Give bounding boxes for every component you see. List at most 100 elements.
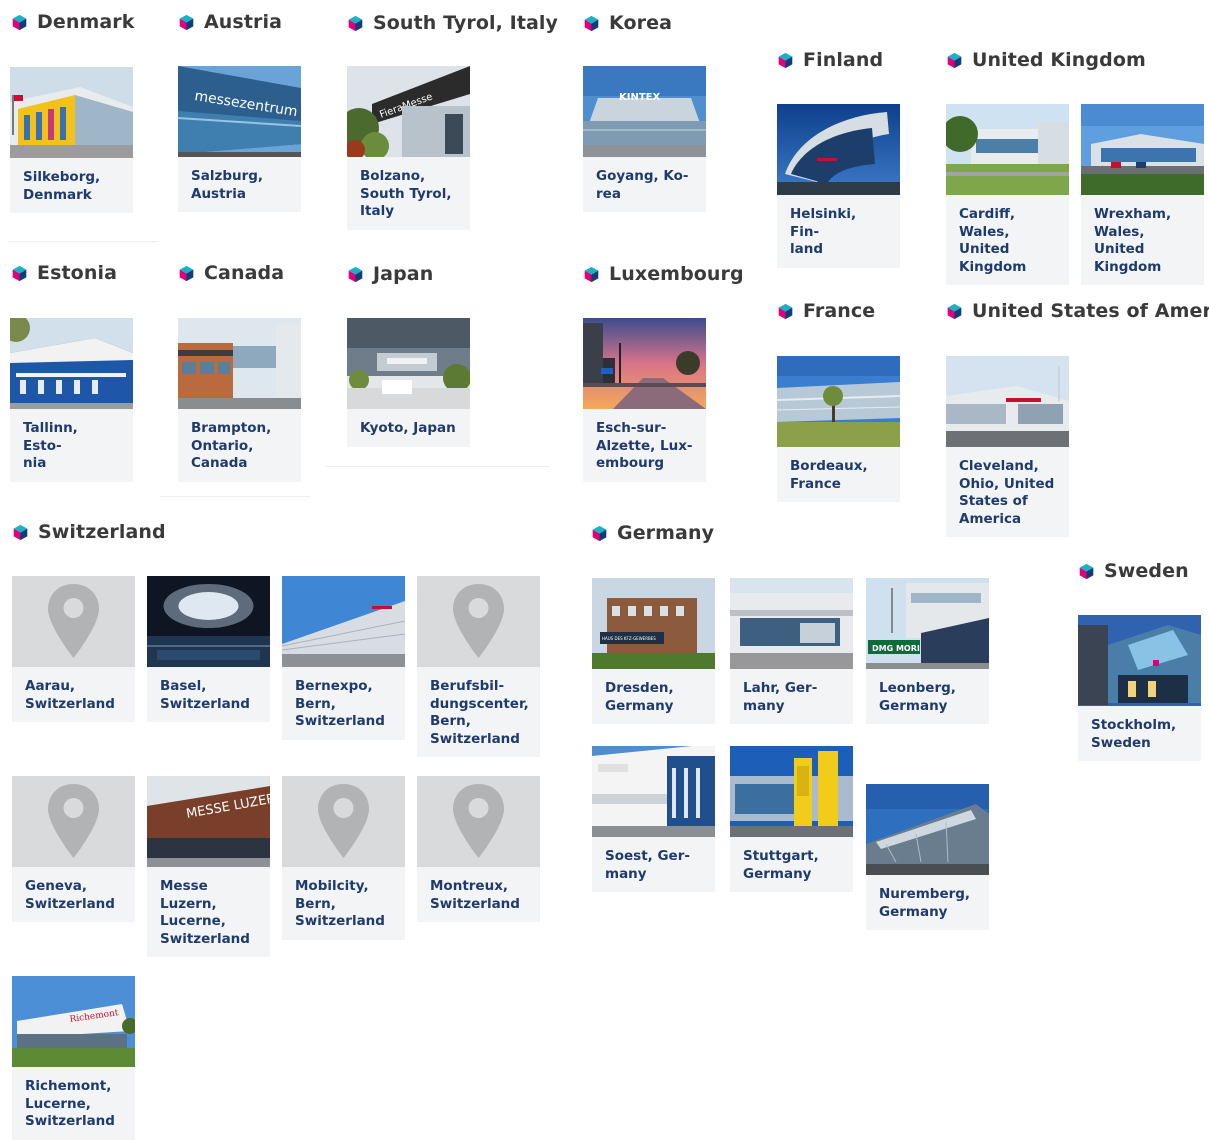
location-card-stuttgart[interactable]: Stuttgart, Germany	[730, 746, 853, 892]
location-label: Kyoto, Japan	[360, 420, 456, 436]
venue-photo	[777, 356, 900, 447]
location-card-geneva[interactable]: Geneva, Switzerland	[12, 776, 135, 922]
region-title: France	[803, 300, 876, 322]
venue-photo	[10, 318, 133, 409]
venue-photo	[583, 318, 706, 409]
venue-photo	[592, 746, 715, 837]
location-card-bernexpo[interactable]: Bernexpo, Bern, Switzerland	[282, 576, 405, 740]
region-title: United States of America	[972, 300, 1209, 322]
map-pin-icon	[453, 784, 504, 858]
location-card-mobilcity[interactable]: Mobilcity, Bern, Switzerland	[282, 776, 405, 940]
location-card-kyoto[interactable]: Kyoto, Japan	[347, 318, 470, 447]
map-pin-icon	[48, 584, 99, 658]
location-card-brampton[interactable]: Brampton, Ontario, Canada	[178, 318, 301, 482]
location-card-nuremberg[interactable]: Nuremberg, Germany	[866, 784, 989, 930]
venue-photo	[282, 576, 405, 667]
venue-sign-text: KINTEX	[619, 92, 660, 103]
location-pin-placeholder	[417, 576, 540, 667]
location-card-bolzano[interactable]: FieraMesse Bolzano, South Tyrol, Italy	[347, 66, 470, 230]
venue-photo: KINTEX	[583, 66, 706, 157]
cube-icon	[348, 266, 363, 282]
region-heading-denmark: Denmark	[11, 11, 135, 33]
location-card-helsinki[interactable]: Helsinki, Fin- land	[777, 104, 900, 268]
location-card-richemont[interactable]: Richemont Richemont, Lucerne, Switzerlan…	[12, 976, 135, 1140]
location-card-montreux[interactable]: Montreux, Switzerland	[417, 776, 540, 922]
location-label: Dresden, Germany	[605, 680, 674, 714]
region-title: Estonia	[37, 262, 117, 284]
venue-photo	[777, 104, 900, 195]
location-card-cardiff[interactable]: Cardiff, Wales, United Kingdom	[946, 104, 1069, 285]
location-pin-placeholder	[417, 776, 540, 867]
venue-photo	[1078, 615, 1201, 706]
location-label: Soest, Ger- many	[605, 848, 690, 882]
location-card-goyang[interactable]: KINTEX Goyang, Ko- rea	[583, 66, 706, 212]
location-label: Nuremberg, Germany	[879, 886, 971, 920]
location-label: Bolzano, South Tyrol, Italy	[360, 168, 452, 219]
region-title: Germany	[617, 522, 715, 544]
location-label: Cardiff, Wales, United Kingdom	[959, 206, 1027, 275]
region-heading-usa: United States of America	[946, 300, 1209, 322]
location-pin-placeholder	[282, 776, 405, 867]
location-pin-placeholder	[12, 576, 135, 667]
map-pin-icon	[48, 784, 99, 858]
region-title: Austria	[204, 11, 283, 33]
location-card-berufsbildungscenter[interactable]: Berufsbil- dungscenter, Bern, Switzerlan…	[417, 576, 540, 757]
venue-photo	[147, 576, 270, 667]
location-label: Messe Luzern, Lucerne, Switzerland	[160, 878, 250, 947]
location-card-cleveland[interactable]: Cleveland, Ohio, United States of Americ…	[946, 356, 1069, 537]
venue-photo	[10, 67, 133, 158]
location-label: Esch-sur- Alzette, Lux- embourg	[596, 420, 693, 471]
location-card-esch[interactable]: Esch-sur- Alzette, Lux- embourg	[583, 318, 706, 482]
location-label: Stuttgart, Germany	[743, 848, 819, 882]
location-label: Lahr, Ger- many	[743, 680, 818, 714]
region-heading-canada: Canada	[178, 262, 284, 284]
region-title: Finland	[803, 49, 884, 71]
location-label: Tallinn, Esto- nia	[23, 420, 78, 471]
region-heading-finland: Finland	[777, 49, 883, 71]
location-card-stockholm[interactable]: Stockholm, Sweden	[1078, 615, 1201, 761]
region-title: Japan	[373, 263, 434, 285]
location-label: Richemont, Lucerne, Switzerland	[25, 1078, 115, 1129]
location-card-leonberg[interactable]: DMG MORI Leonberg, Germany	[866, 578, 989, 724]
region-heading-germany: Germany	[591, 522, 714, 544]
venue-photo	[730, 578, 853, 669]
map-pin-icon	[453, 584, 504, 658]
location-card-aarau[interactable]: Aarau, Switzerland	[12, 576, 135, 722]
location-label: Geneva, Switzerland	[25, 878, 115, 912]
venue-photo: DMG MORI	[866, 578, 989, 669]
location-card-silkeborg[interactable]: Silkeborg, Denmark	[10, 67, 133, 213]
location-label: Bordeaux, France	[790, 458, 868, 492]
venue-photo	[1081, 104, 1204, 195]
location-card-basel[interactable]: Basel, Switzerland	[147, 576, 270, 722]
location-card-dresden[interactable]: HAUS DES KFZ-GEWERBES Dresden, Germany	[592, 578, 715, 724]
location-label: Helsinki, Fin- land	[790, 206, 857, 257]
cube-icon	[348, 15, 363, 31]
location-card-wrexham[interactable]: Wrexham, Wales, United Kingdom	[1081, 104, 1204, 285]
divider	[8, 241, 158, 242]
cube-icon	[584, 266, 599, 282]
location-card-messe-luzern[interactable]: MESSE LUZERN Messe Luzern, Lucerne, Swit…	[147, 776, 270, 957]
region-title: United Kingdom	[972, 49, 1146, 71]
location-label: Montreux, Switzerland	[430, 878, 520, 912]
venue-photo	[730, 746, 853, 837]
region-title: Korea	[609, 12, 673, 34]
location-card-soest[interactable]: Soest, Ger- many	[592, 746, 715, 892]
location-label: Mobilcity, Bern, Switzerland	[295, 878, 385, 929]
cube-icon	[179, 265, 194, 281]
region-heading-korea: Korea	[583, 12, 672, 34]
location-card-tallinn[interactable]: Tallinn, Esto- nia	[10, 318, 133, 482]
location-label: Berufsbil- dungscenter, Bern, Switzerlan…	[430, 678, 529, 747]
venue-photo	[347, 318, 470, 409]
location-label: Silkeborg, Denmark	[23, 169, 101, 203]
cube-icon	[179, 14, 194, 30]
venue-photo	[946, 104, 1069, 195]
map-pin-icon	[318, 784, 369, 858]
cube-icon	[584, 15, 599, 31]
location-card-lahr[interactable]: Lahr, Ger- many	[730, 578, 853, 724]
location-card-salzburg[interactable]: messezentrum Salzburg, Austria	[178, 66, 301, 212]
venue-photo: Richemont	[12, 976, 135, 1067]
region-heading-estonia: Estonia	[11, 262, 117, 284]
location-label: Leonberg, Germany	[879, 680, 956, 714]
location-card-bordeaux[interactable]: Bordeaux, France	[777, 356, 900, 502]
region-heading-sweden: Sweden	[1078, 560, 1189, 582]
